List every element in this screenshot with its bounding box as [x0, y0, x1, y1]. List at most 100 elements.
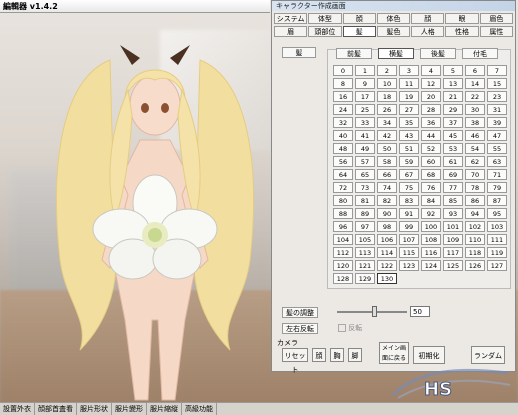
hair-style-option[interactable]: 50 — [377, 143, 397, 154]
hair-style-option[interactable]: 21 — [443, 91, 463, 102]
hair-style-option[interactable]: 86 — [465, 195, 485, 206]
hair-style-option[interactable]: 93 — [443, 208, 463, 219]
hair-style-option[interactable]: 65 — [355, 169, 375, 180]
hair-style-option[interactable]: 112 — [333, 247, 353, 258]
hair-style-option[interactable]: 119 — [487, 247, 507, 258]
tab-top-6[interactable]: 眉色 — [479, 13, 513, 24]
flip-button[interactable]: 左右反転 — [282, 323, 318, 334]
tab-side-hair[interactable]: 横髪 — [378, 48, 414, 59]
hair-style-option[interactable]: 66 — [377, 169, 397, 180]
tab-top-1[interactable]: 体型 — [308, 13, 342, 24]
hair-style-option[interactable]: 20 — [421, 91, 441, 102]
hair-style-option[interactable]: 91 — [399, 208, 419, 219]
tab-bottom-2[interactable]: 髪 — [342, 26, 376, 37]
toolbar-item[interactable]: 服片縮縦 — [147, 403, 182, 415]
hair-style-option[interactable]: 102 — [465, 221, 485, 232]
hair-style-option[interactable]: 30 — [465, 104, 485, 115]
hair-style-option[interactable]: 16 — [333, 91, 353, 102]
tab-bottom-1[interactable]: 頭部位 — [308, 26, 342, 37]
hair-style-option[interactable]: 51 — [399, 143, 419, 154]
flip-checkbox[interactable]: 反転 — [338, 323, 362, 333]
hair-style-option[interactable]: 84 — [421, 195, 441, 206]
camera-chest-button[interactable]: 胸 — [330, 348, 344, 362]
hair-style-option[interactable]: 9 — [355, 78, 375, 89]
camera-face-button[interactable]: 顔 — [312, 348, 326, 362]
hair-style-option[interactable]: 128 — [333, 273, 353, 284]
hair-style-option[interactable]: 126 — [465, 260, 485, 271]
hair-style-option[interactable]: 36 — [421, 117, 441, 128]
hair-style-option[interactable]: 95 — [487, 208, 507, 219]
hair-style-option[interactable]: 97 — [355, 221, 375, 232]
tab-bottom-6[interactable]: 属性 — [479, 26, 513, 37]
hair-style-option[interactable]: 18 — [377, 91, 397, 102]
hair-style-option[interactable]: 85 — [443, 195, 463, 206]
hair-style-option[interactable]: 31 — [487, 104, 507, 115]
hair-style-option[interactable]: 12 — [421, 78, 441, 89]
camera-reset-button[interactable]: リセット — [282, 348, 308, 374]
hair-style-option[interactable]: 0 — [333, 65, 353, 76]
hair-style-option[interactable]: 67 — [399, 169, 419, 180]
hair-style-option[interactable]: 111 — [487, 234, 507, 245]
hair-style-option[interactable]: 103 — [487, 221, 507, 232]
hair-style-option[interactable]: 13 — [443, 78, 463, 89]
hair-style-option[interactable]: 35 — [399, 117, 419, 128]
hair-style-option[interactable]: 108 — [421, 234, 441, 245]
hair-style-option[interactable]: 76 — [421, 182, 441, 193]
hair-style-option[interactable]: 77 — [443, 182, 463, 193]
hair-style-option[interactable]: 38 — [465, 117, 485, 128]
hair-style-option[interactable]: 127 — [487, 260, 507, 271]
hair-style-option[interactable]: 24 — [333, 104, 353, 115]
hair-style-option[interactable]: 19 — [399, 91, 419, 102]
hair-style-option[interactable]: 49 — [355, 143, 375, 154]
hair-style-option[interactable]: 11 — [399, 78, 419, 89]
tab-bottom-4[interactable]: 人格 — [411, 26, 445, 37]
tab-back-hair[interactable]: 後髪 — [420, 48, 456, 59]
camera-leg-button[interactable]: 脚 — [348, 348, 362, 362]
hair-style-option[interactable]: 107 — [399, 234, 419, 245]
hair-style-option[interactable]: 106 — [377, 234, 397, 245]
hair-style-option[interactable]: 27 — [399, 104, 419, 115]
tab-bottom-5[interactable]: 性格 — [445, 26, 479, 37]
hair-style-option[interactable]: 125 — [443, 260, 463, 271]
hair-style-option[interactable]: 87 — [487, 195, 507, 206]
hair-style-option[interactable]: 92 — [421, 208, 441, 219]
hair-style-option[interactable]: 120 — [333, 260, 353, 271]
hair-style-option[interactable]: 2 — [377, 65, 397, 76]
hair-style-option[interactable]: 68 — [421, 169, 441, 180]
hair-style-option[interactable]: 46 — [465, 130, 485, 141]
toolbar-item[interactable]: 設置外衣 — [0, 403, 35, 415]
hair-style-option[interactable]: 26 — [377, 104, 397, 115]
tab-bottom-3[interactable]: 髪色 — [376, 26, 411, 37]
hair-style-option[interactable]: 81 — [355, 195, 375, 206]
hair-style-option[interactable]: 44 — [421, 130, 441, 141]
hair-style-option[interactable]: 23 — [487, 91, 507, 102]
hair-style-option[interactable]: 105 — [355, 234, 375, 245]
slider-value[interactable]: 50 — [410, 306, 430, 317]
hair-style-option[interactable]: 5 — [443, 65, 463, 76]
hair-style-option[interactable]: 34 — [377, 117, 397, 128]
hair-style-option[interactable]: 3 — [399, 65, 419, 76]
hair-style-option[interactable]: 32 — [333, 117, 353, 128]
hair-style-option[interactable]: 58 — [377, 156, 397, 167]
tab-extension-hair[interactable]: 付毛 — [462, 48, 498, 59]
hair-style-option[interactable]: 90 — [377, 208, 397, 219]
hair-adjust-button[interactable]: 髪の調整 — [282, 307, 318, 318]
hair-style-option[interactable]: 129 — [355, 273, 375, 284]
hair-style-option[interactable]: 52 — [421, 143, 441, 154]
hair-style-option[interactable]: 73 — [355, 182, 375, 193]
tab-top-2[interactable]: 顔 — [342, 13, 376, 24]
tab-top-3[interactable]: 体色 — [376, 13, 411, 24]
hair-style-option[interactable]: 121 — [355, 260, 375, 271]
hair-style-option[interactable]: 98 — [377, 221, 397, 232]
hair-style-option[interactable]: 80 — [333, 195, 353, 206]
tab-bottom-0[interactable]: 眉 — [274, 26, 308, 37]
hair-style-option[interactable]: 61 — [443, 156, 463, 167]
hair-style-option[interactable]: 22 — [465, 91, 485, 102]
hair-style-option[interactable]: 82 — [377, 195, 397, 206]
hair-style-option[interactable]: 45 — [443, 130, 463, 141]
hair-style-option[interactable]: 113 — [355, 247, 375, 258]
hair-style-option[interactable]: 8 — [333, 78, 353, 89]
hair-style-option[interactable]: 37 — [443, 117, 463, 128]
hair-style-option[interactable]: 7 — [487, 65, 507, 76]
hair-style-option[interactable]: 15 — [487, 78, 507, 89]
